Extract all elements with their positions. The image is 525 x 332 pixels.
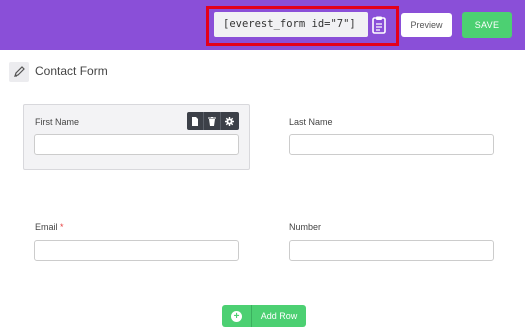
form-title: Contact Form — [35, 64, 108, 78]
preview-button[interactable]: Preview — [401, 13, 452, 37]
required-marker: * — [60, 222, 64, 232]
duplicate-icon[interactable] — [187, 112, 204, 130]
add-row-label: Add Row — [260, 311, 298, 321]
email-input[interactable] — [34, 240, 239, 261]
shortcode-field[interactable]: [everest_form id="7"] — [214, 12, 368, 37]
gear-icon[interactable] — [221, 112, 238, 130]
first-name-input[interactable] — [34, 134, 239, 155]
number-label: Number — [289, 222, 322, 232]
add-row-button[interactable]: + Add Row — [222, 305, 306, 327]
last-name-label: Last Name — [289, 117, 333, 127]
first-name-label: First Name — [35, 117, 80, 127]
email-label: Email * — [35, 222, 64, 232]
email-label-text: Email — [35, 222, 58, 232]
trash-icon[interactable] — [204, 112, 221, 130]
last-name-input[interactable] — [289, 134, 494, 155]
pencil-icon[interactable] — [9, 62, 29, 82]
clipboard-icon[interactable] — [370, 15, 388, 35]
number-input[interactable] — [289, 240, 494, 261]
field-toolbar — [187, 112, 239, 130]
plus-icon: + — [222, 305, 252, 327]
save-button[interactable]: SAVE — [462, 12, 512, 38]
